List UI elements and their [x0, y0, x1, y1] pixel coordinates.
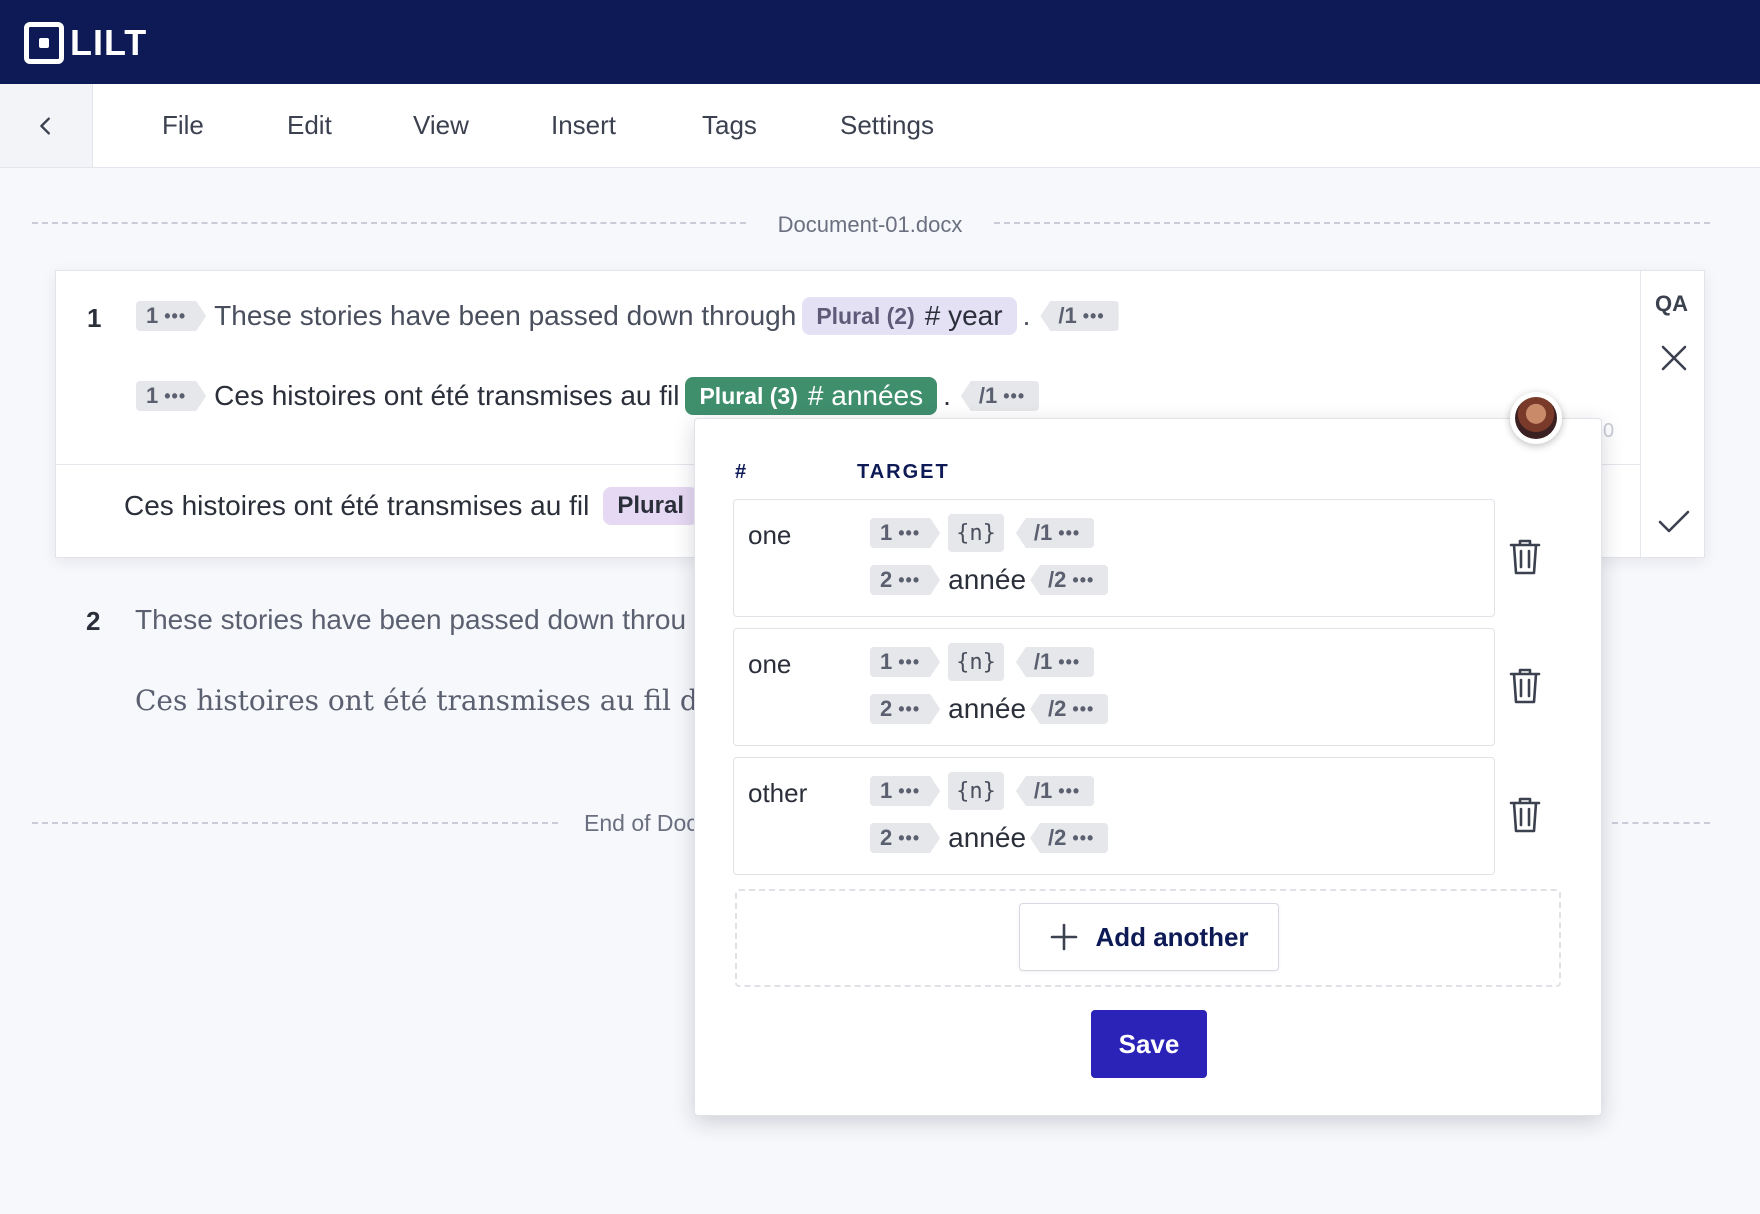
close-icon[interactable] [1659, 343, 1689, 373]
avatar[interactable] [1510, 392, 1562, 444]
column-header-hash: # [735, 461, 749, 483]
trash-icon[interactable] [1507, 538, 1543, 576]
plural-chip-target[interactable]: Plural (3) # années [685, 377, 938, 415]
back-chevron-icon [40, 116, 50, 135]
segment-target[interactable]: 1 ••• Ces histoires ont été transmises au… [136, 377, 1047, 415]
tag-close[interactable]: /1 ••• [1015, 518, 1095, 548]
menu-edit[interactable]: Edit [287, 110, 332, 141]
tag-close[interactable]: /2 ••• [1030, 565, 1109, 595]
plural-variant-row[interactable]: other 1 ••• {n} /1 ••• 2 ••• année /2 ••• [733, 757, 1495, 875]
menu-insert[interactable]: Insert [551, 110, 616, 141]
plural-chip-suggestion[interactable]: Plural [603, 487, 699, 525]
lilt-logo[interactable]: LILT [24, 22, 147, 64]
target-text: Ces histoires ont été transmises au fil [214, 380, 680, 411]
end-divider-right [1612, 822, 1710, 824]
tag-open[interactable]: 1 ••• [870, 647, 940, 677]
tag-close[interactable]: /2 ••• [1030, 694, 1109, 724]
tag-close[interactable]: /1 ••• [1040, 301, 1119, 331]
logo-mark-icon [24, 22, 64, 64]
plus-icon [1051, 923, 1078, 951]
tag-open[interactable]: 1 ••• [136, 301, 206, 331]
plural-variant-row[interactable]: one 1 ••• {n} /1 ••• 2 ••• année /2 ••• [733, 499, 1495, 617]
variant-line-1[interactable]: 1 ••• {n} /1 ••• [870, 643, 1102, 681]
back-button[interactable] [0, 84, 93, 167]
variant-line-2[interactable]: 2 ••• année /2 ••• [870, 693, 1116, 725]
segment-number: 2 [86, 606, 101, 636]
menu-settings[interactable]: Settings [840, 110, 934, 141]
n-placeholder-tag[interactable]: {n} [948, 514, 1004, 552]
add-another-label: Add another [1095, 921, 1249, 952]
plural-category: other [748, 778, 808, 808]
tag-open[interactable]: 1 ••• [870, 518, 940, 548]
tag-open[interactable]: 2 ••• [870, 565, 940, 595]
tag-close[interactable]: /1 ••• [1015, 776, 1095, 806]
segment-number: 1 [87, 303, 102, 333]
variant-word: année [948, 564, 1027, 595]
n-placeholder-tag[interactable]: {n} [948, 772, 1004, 810]
segment-source: 1 ••• These stories have been passed down… [136, 297, 1127, 335]
variant-line-2[interactable]: 2 ••• année /2 ••• [870, 822, 1116, 854]
tag-close[interactable]: /2 ••• [1030, 823, 1109, 853]
avatar-image [1515, 397, 1557, 439]
add-another-button[interactable]: Add another [1019, 903, 1279, 971]
menu-view[interactable]: View [413, 110, 469, 141]
end-of-document-label: End of Doc [584, 810, 698, 836]
plural-editor-popup: # TARGET one 1 ••• {n} /1 ••• 2 ••• année /… [694, 418, 1602, 1116]
plural-category: one [748, 520, 792, 550]
tag-open[interactable]: 2 ••• [870, 694, 940, 724]
add-variant-zone: Add another [735, 889, 1561, 987]
segment-2-source[interactable]: These stories have been passed down thro… [135, 604, 686, 636]
variant-line-1[interactable]: 1 ••• {n} /1 ••• [870, 772, 1102, 810]
suggestion-text: Ces histoires ont été transmises au fil [124, 490, 590, 521]
variant-line-2[interactable]: 2 ••• année /2 ••• [870, 564, 1116, 596]
plural-category: one [748, 649, 792, 679]
variant-word: année [948, 822, 1027, 853]
tag-open[interactable]: 1 ••• [136, 381, 206, 411]
segment-side-panel: QA [1640, 271, 1704, 557]
variant-line-1[interactable]: 1 ••• {n} /1 ••• [870, 514, 1102, 552]
plural-variant-row[interactable]: one 1 ••• {n} /1 ••• 2 ••• année /2 ••• [733, 628, 1495, 746]
qa-label[interactable]: QA [1655, 291, 1688, 317]
plural-chip-source[interactable]: Plural (2) # year [802, 297, 1017, 335]
segment-counter: 0 [1603, 420, 1615, 442]
save-button[interactable]: Save [1091, 1010, 1207, 1078]
suggestion-line[interactable]: Ces histoires ont été transmises au fil … [124, 487, 704, 525]
column-header-target: TARGET [857, 461, 950, 483]
n-placeholder-tag[interactable]: {n} [948, 643, 1004, 681]
segment-2-target[interactable]: Ces histoires ont été transmises au fil … [135, 684, 768, 717]
brand-name: LILT [70, 22, 148, 63]
tag-open[interactable]: 2 ••• [870, 823, 940, 853]
trash-icon[interactable] [1507, 796, 1543, 834]
tag-close[interactable]: /1 ••• [1015, 647, 1095, 677]
source-text: These stories have been passed down thro… [214, 300, 797, 331]
variant-word: année [948, 693, 1027, 724]
check-icon[interactable] [1657, 507, 1691, 537]
menu-file[interactable]: File [162, 110, 204, 141]
tag-open[interactable]: 1 ••• [870, 776, 940, 806]
app-header: LILT [0, 0, 1760, 84]
trash-icon[interactable] [1507, 667, 1543, 705]
tag-close[interactable]: /1 ••• [960, 381, 1040, 411]
menu-tags[interactable]: Tags [702, 110, 757, 141]
end-divider-left [32, 822, 558, 824]
menu-bar: File Edit View Insert Tags Settings [0, 84, 1760, 168]
document-title: Document-01.docx [777, 212, 963, 237]
